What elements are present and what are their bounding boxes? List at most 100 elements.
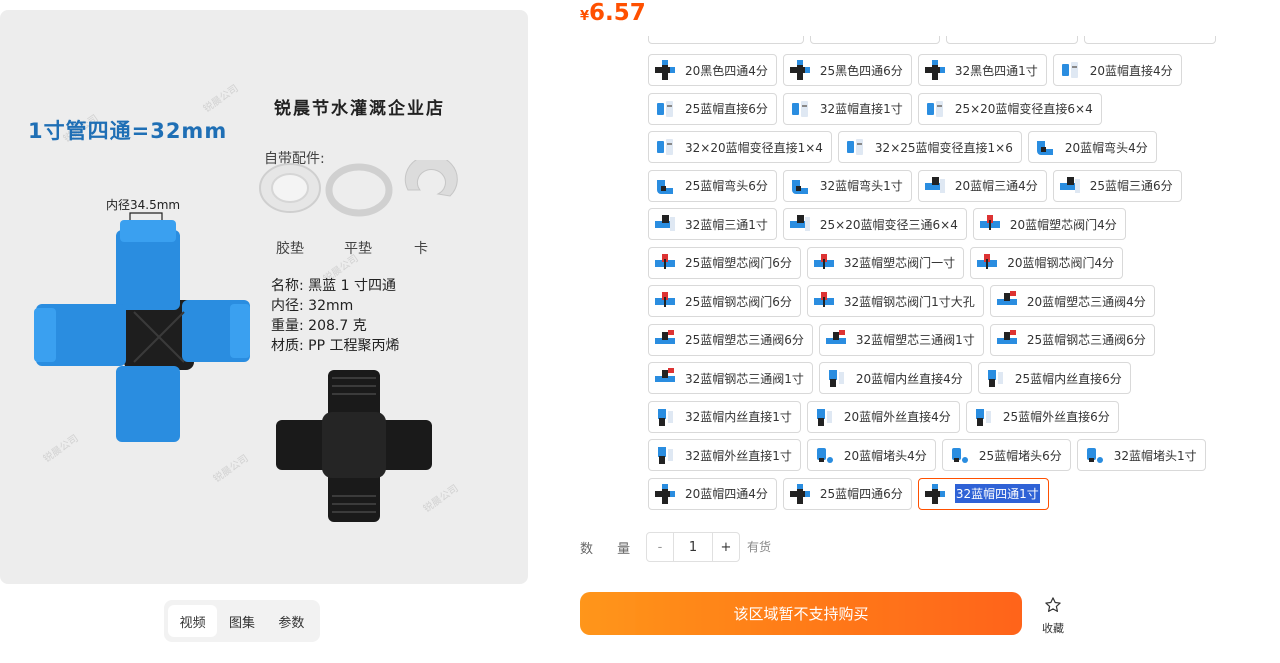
sku-option[interactable]: 25蓝帽外丝直接6分: [965, 400, 1119, 433]
elbow-fitting-icon: [653, 174, 685, 198]
tee-valve-fitting-icon: [653, 328, 685, 352]
sku-option-label: 25×20蓝帽变径直接6×4: [954, 102, 1093, 116]
sku-option[interactable]: 25×20蓝帽变径三通6×4: [782, 208, 967, 240]
image-headline: 1寸管四通=32mm: [28, 119, 228, 143]
favorite-button[interactable]: 收藏: [1034, 596, 1072, 636]
sku-option[interactable]: 32蓝帽弯头1寸: [782, 169, 912, 202]
sku-option[interactable]: 32黑色四通1寸: [917, 54, 1047, 86]
elbow-fitting-icon: [1033, 135, 1065, 159]
price: ¥6.57: [580, 0, 646, 26]
sku-option-label: 32蓝帽弯头1寸: [819, 179, 903, 193]
tab-gallery[interactable]: 图集: [217, 605, 266, 637]
product-image[interactable]: 锐晨公司 锐晨公司 锐晨公司 锐晨公司 锐晨公司 锐晨公司 锐晨公司 1寸管四通…: [0, 10, 528, 584]
sku-option[interactable]: 32×25蓝帽变径直接1×6: [837, 131, 1022, 163]
sku-option[interactable]: 20蓝帽内丝直接4分: [818, 362, 972, 394]
sku-option[interactable]: 32蓝帽三通1寸: [648, 208, 777, 240]
cross-fitting-icon: [653, 58, 685, 82]
spec-line: 名称: 黑蓝 1 寸四通: [271, 278, 396, 294]
spec-line: 内径: 32mm: [271, 298, 354, 314]
sku-option-row: 25蓝帽塑芯阀门6分 32蓝帽塑芯阀门一寸 20蓝帽钢芯阀门4分: [648, 246, 1228, 286]
sku-option[interactable]: 25黑色四通6分: [782, 54, 912, 86]
gallery-tabs: 视频 图集 参数: [164, 600, 320, 642]
sku-option-row: 20黑色四通4分 25黑色四通6分 32黑色四通1寸 20蓝帽直接4分: [648, 54, 1228, 93]
sku-option[interactable]: 20蓝帽弯头4分: [1027, 131, 1157, 163]
sku-option-label: 32蓝帽塑芯三通阀1寸: [855, 333, 975, 347]
sku-option[interactable]: 32蓝帽塑芯三通阀1寸: [818, 323, 984, 356]
plug-fitting-icon: [1082, 443, 1114, 467]
sku-option-label: 32蓝帽堵头1寸: [1113, 448, 1197, 463]
sku-option[interactable]: 25蓝帽堵头6分: [941, 439, 1071, 471]
sku-option[interactable]: 20蓝帽塑芯三通阀4分: [989, 285, 1155, 317]
sku-option-label: 25蓝帽塑芯三通阀6分: [685, 333, 804, 347]
sku-option[interactable]: 32蓝帽外丝直接1寸: [648, 439, 801, 471]
sku-option-label: 32蓝帽钢芯三通阀1寸: [685, 371, 804, 386]
sku-option[interactable]: 20黑色四通4分: [648, 54, 777, 86]
sku-option[interactable]: 25蓝帽三通6分: [1052, 169, 1182, 202]
sku-option[interactable]: 20蓝帽直接4分: [1052, 54, 1182, 86]
sku-option[interactable]: 25蓝帽直接6分: [648, 92, 777, 125]
stock-status: 有货: [747, 540, 772, 554]
valve-fitting-icon: [975, 251, 1007, 275]
sku-option-row: 25蓝帽钢芯阀门6分 32蓝帽钢芯阀门1寸大孔 20蓝帽塑芯三通阀4分: [648, 285, 1228, 324]
tee-valve-fitting-icon: [995, 289, 1027, 313]
buy-button[interactable]: 该区域暂不支持购买: [580, 592, 1022, 635]
sku-option[interactable]: 32蓝帽塑芯阀门一寸: [806, 246, 965, 279]
tee-valve-fitting-icon: [824, 328, 856, 352]
sku-option-label: 25蓝帽内丝直接6分: [1014, 371, 1122, 386]
blue-cross-fitting-image: [34, 220, 250, 442]
sku-option[interactable]: 20蓝帽四通4分: [648, 477, 777, 510]
sku-option-label: 32×25蓝帽变径直接1×6: [874, 140, 1013, 155]
sku-option-label: 20蓝帽外丝直接4分: [843, 410, 951, 424]
valve-fitting-icon: [812, 251, 844, 275]
accessory-label: 平垫: [344, 241, 372, 257]
straight-fitting-icon: [788, 97, 820, 121]
cross-fitting-icon: [653, 482, 685, 506]
sku-option-label: 25蓝帽三通6分: [1089, 179, 1173, 193]
star-icon: [1045, 597, 1061, 612]
currency-symbol: ¥: [580, 9, 590, 24]
sku-option[interactable]: 20蓝帽塑芯阀门4分: [972, 208, 1126, 240]
sku-option[interactable]: 32蓝帽钢芯三通阀1寸: [648, 362, 813, 394]
sku-option[interactable]: 25×20蓝帽变径直接6×4: [917, 92, 1102, 125]
sku-option[interactable]: 32×20蓝帽变径直接1×4: [648, 131, 832, 163]
quantity-decrease-button[interactable]: -: [647, 533, 673, 561]
valve-fitting-icon: [978, 212, 1010, 236]
sku-option[interactable]: 25蓝帽钢芯三通阀6分: [989, 323, 1155, 356]
sku-option[interactable]: 25蓝帽内丝直接6分: [977, 362, 1131, 394]
sku-option-row: 32×20蓝帽变径直接1×4 32×25蓝帽变径直接1×6 20蓝帽弯头4分: [648, 131, 1228, 170]
sku-option[interactable]: 25蓝帽钢芯阀门6分: [648, 285, 801, 317]
tee-valve-fitting-icon: [653, 366, 685, 390]
cross-fitting-icon: [923, 58, 955, 82]
quantity-input[interactable]: 1: [673, 533, 713, 561]
sku-option-label: 20蓝帽塑芯阀门4分: [1009, 217, 1117, 232]
sku-option[interactable]: 20蓝帽外丝直接4分: [806, 400, 960, 433]
image-store-name: 锐晨节水灌溉企业店: [274, 99, 445, 119]
sku-option-label: 25蓝帽堵头6分: [978, 448, 1062, 463]
watermark: 锐晨公司: [211, 453, 251, 486]
straight-fitting-icon: [653, 135, 685, 159]
quantity-label: 数 量: [580, 542, 641, 557]
sku-option[interactable]: 32蓝帽直接1寸: [782, 92, 912, 125]
sku-option[interactable]: 25蓝帽塑芯三通阀6分: [648, 323, 813, 356]
tab-params[interactable]: 参数: [267, 605, 316, 637]
sku-option[interactable]: 20蓝帽堵头4分: [806, 439, 936, 471]
spec-line: 材质: PP 工程聚丙烯: [271, 338, 400, 354]
tab-video[interactable]: 视频: [168, 605, 218, 637]
quantity-increase-button[interactable]: +: [713, 533, 739, 561]
sku-option-label: 25黑色四通6分: [819, 63, 903, 78]
cross-fitting-icon: [923, 482, 955, 506]
sku-option[interactable]: 25蓝帽弯头6分: [648, 169, 777, 202]
sku-option[interactable]: 32蓝帽钢芯阀门1寸大孔: [806, 285, 984, 317]
sku-option[interactable]: 25蓝帽四通6分: [782, 477, 912, 510]
accessory-rings-illustration: [259, 160, 458, 217]
threaded-fitting-icon: [653, 405, 685, 429]
sku-option[interactable]: 20蓝帽三通4分: [917, 169, 1047, 202]
sku-option[interactable]: 25蓝帽塑芯阀门6分: [648, 246, 801, 279]
sku-option[interactable]: 32蓝帽堵头1寸: [1076, 439, 1206, 471]
sku-option[interactable]: 20蓝帽钢芯阀门4分: [970, 246, 1124, 279]
sku-option-label: 25蓝帽外丝直接6分: [1002, 410, 1110, 424]
tee-fitting-icon: [923, 174, 955, 198]
sku-option[interactable]: 32蓝帽内丝直接1寸: [648, 400, 801, 433]
sku-option[interactable]: 32蓝帽四通1寸: [917, 477, 1049, 510]
accessory-label: 卡: [414, 241, 428, 257]
